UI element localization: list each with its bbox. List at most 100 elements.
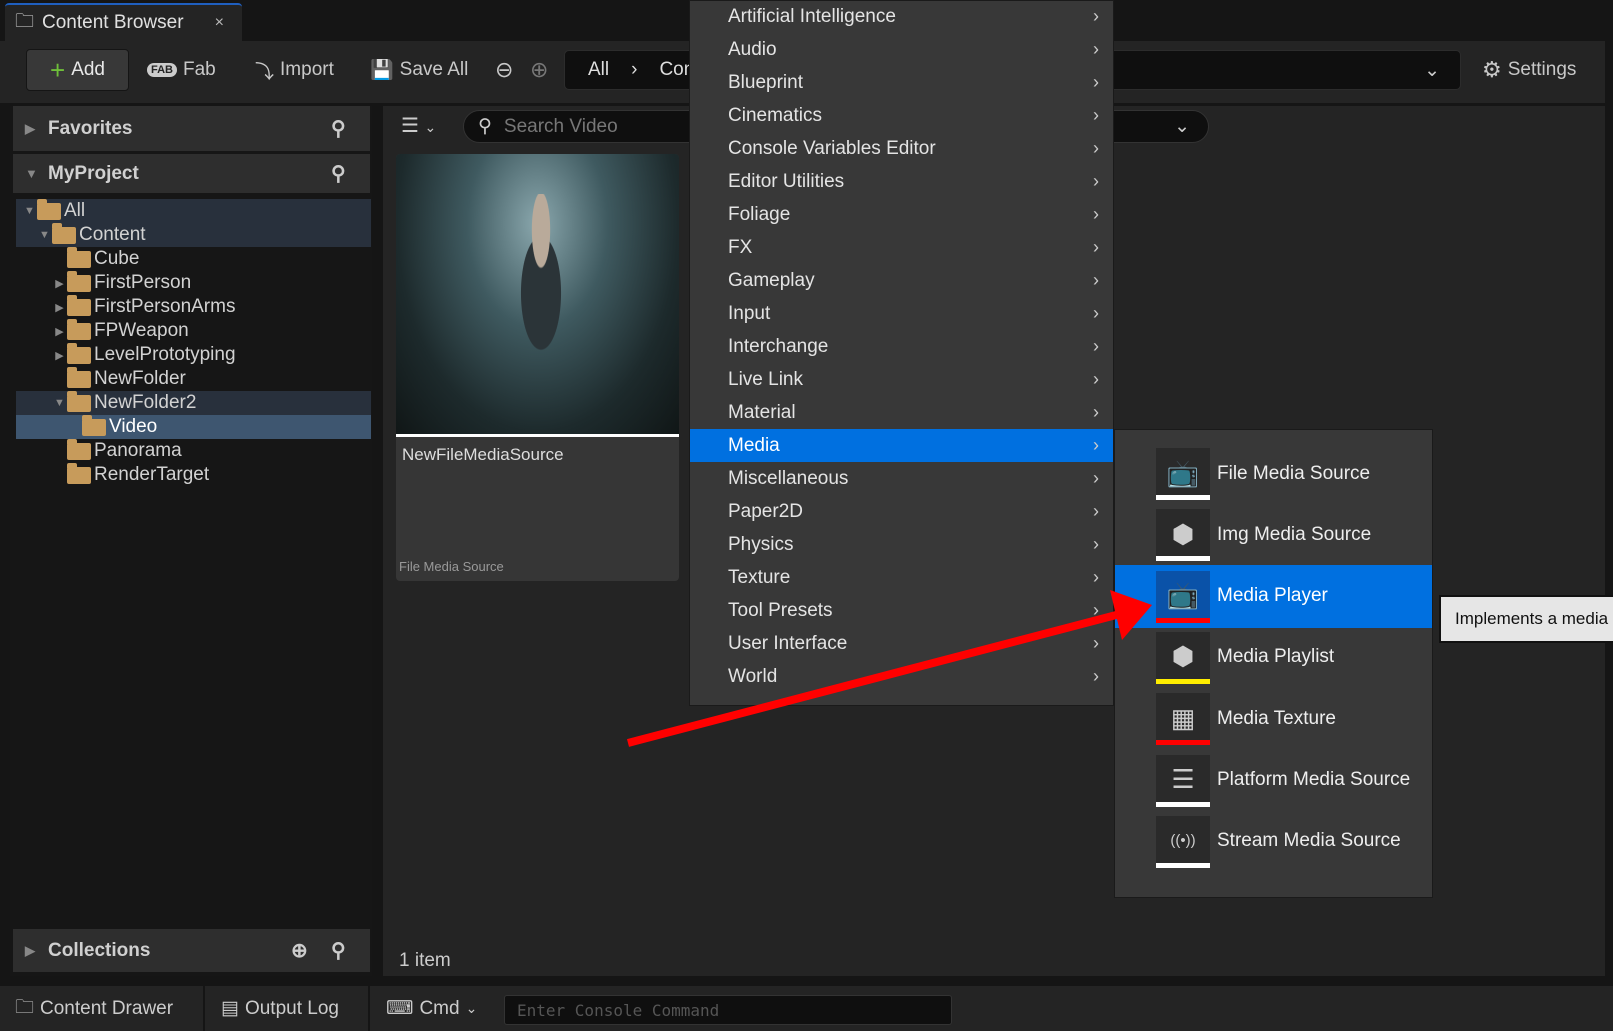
menu-item[interactable]: Console Variables Editor › — [690, 132, 1113, 165]
output-log-label: Output Log — [244, 997, 339, 1019]
breadcrumb-all[interactable]: All — [588, 59, 609, 81]
tree-item[interactable]: ▼ Content — [16, 222, 371, 247]
tree-item[interactable]: Video — [16, 414, 371, 439]
tree-item[interactable]: Cube — [16, 246, 371, 271]
submenu-item[interactable]: ⬢ Media Playlist — [1115, 626, 1432, 689]
folder-icon — [67, 270, 91, 292]
expand-arrow-icon[interactable]: ▶ — [52, 325, 67, 338]
chevron-right-icon: › — [1093, 501, 1099, 521]
menu-item[interactable]: User Interface › — [690, 627, 1113, 660]
tree-item[interactable]: ▼ All — [16, 198, 371, 223]
tree-item[interactable]: NewFolder — [16, 366, 371, 391]
expand-arrow-icon[interactable]: ▶ — [52, 301, 67, 314]
menu-item[interactable]: Cinematics › — [690, 99, 1113, 132]
cmd-dropdown[interactable]: ⌨ Cmd ⌄ — [386, 986, 477, 1031]
submenu-item[interactable]: 📺 Media Player — [1115, 564, 1432, 628]
menu-item[interactable]: Audio › — [690, 33, 1113, 66]
console-input[interactable]: Enter Console Command — [504, 995, 952, 1025]
tree-item-label: FPWeapon — [94, 320, 189, 341]
collapse-arrow-icon[interactable]: ▼ — [22, 205, 37, 217]
save-all-button[interactable]: 💾 Save All — [370, 49, 468, 91]
tree-item[interactable]: ▶ LevelPrototyping — [16, 342, 371, 367]
submenu-item[interactable]: ((•)) Stream Media Source — [1115, 810, 1432, 873]
menu-item[interactable]: Miscellaneous › — [690, 462, 1113, 495]
search-icon[interactable]: ⚲ — [331, 938, 346, 963]
menu-item[interactable]: Tool Presets › — [690, 594, 1113, 627]
project-header[interactable]: ▼ MyProject ⚲ — [13, 154, 370, 193]
settings-button[interactable]: ⚙ Settings — [1482, 49, 1576, 91]
collapse-arrow-icon[interactable]: ▼ — [37, 229, 52, 241]
chevron-right-icon: › — [1093, 39, 1099, 59]
menu-item[interactable]: Paper2D › — [690, 495, 1113, 528]
chevron-right-icon: › — [1093, 534, 1099, 554]
search-icon[interactable]: ⚲ — [331, 161, 346, 186]
submenu-item[interactable]: 📺 File Media Source — [1115, 442, 1432, 505]
menu-item[interactable]: Input › — [690, 297, 1113, 330]
menu-item[interactable]: FX › — [690, 231, 1113, 264]
submenu-item[interactable]: ▦ Media Texture — [1115, 687, 1432, 750]
menu-item[interactable]: Artificial Intelligence › — [690, 0, 1113, 33]
menu-item[interactable]: Foliage › — [690, 198, 1113, 231]
menu-item[interactable]: Blueprint › — [690, 66, 1113, 99]
submenu-item[interactable]: ☰ Platform Media Source — [1115, 749, 1432, 812]
menu-item[interactable]: Gameplay › — [690, 264, 1113, 297]
expand-arrow-icon: ▶ — [25, 120, 35, 136]
chevron-right-icon: › — [1093, 105, 1099, 125]
menu-item[interactable]: Live Link › — [690, 363, 1113, 396]
submenu-item[interactable]: ⬢ Img Media Source — [1115, 503, 1432, 566]
favorites-label: Favorites — [48, 117, 133, 139]
menu-item[interactable]: Physics › — [690, 528, 1113, 561]
search-icon: ⚲ — [478, 116, 492, 137]
search-icon[interactable]: ⚲ — [331, 116, 346, 141]
menu-item[interactable]: Editor Utilities › — [690, 165, 1113, 198]
chevron-right-icon: › — [1093, 336, 1099, 356]
menu-item[interactable]: Media › — [690, 429, 1113, 462]
expand-arrow-icon[interactable]: ▶ — [52, 277, 67, 290]
folder-icon — [67, 342, 91, 364]
filter-button[interactable]: ☰ ⌄ — [401, 113, 436, 138]
tree-item[interactable]: Panorama — [16, 438, 371, 463]
tree-item[interactable]: RenderTarget — [16, 462, 371, 487]
tree-item[interactable]: ▼ NewFolder2 — [16, 390, 371, 415]
tree-item[interactable]: ▶ FirstPersonArms — [16, 294, 371, 319]
chevron-right-icon: › — [1093, 204, 1099, 224]
favorites-header[interactable]: ▶ Favorites ⚲ — [13, 106, 370, 151]
menu-item-label: Blueprint — [728, 71, 803, 93]
search-placeholder: Search Video — [503, 115, 618, 137]
divider — [203, 986, 205, 1031]
chevron-down-icon[interactable]: ⌄ — [1424, 59, 1440, 82]
menu-item[interactable]: Interchange › — [690, 330, 1113, 363]
menu-item-label: Interchange — [728, 335, 829, 357]
expand-arrow-icon[interactable]: ▶ — [52, 349, 67, 362]
chevron-down-icon[interactable]: ⌄ — [1174, 115, 1190, 138]
fab-button[interactable]: FAB Fab — [147, 49, 216, 91]
menu-item-label: Miscellaneous — [728, 467, 849, 489]
tab-content-browser[interactable]: 🗀 Content Browser × — [5, 3, 242, 41]
collections-header[interactable]: ▶ Collections ⊕ ⚲ — [13, 929, 370, 972]
tree-item-label: Cube — [94, 248, 140, 269]
fab-label: Fab — [183, 59, 216, 80]
tree-item-label: NewFolder — [94, 368, 186, 389]
collapse-arrow-icon[interactable]: ▼ — [52, 397, 67, 409]
menu-item-label: Physics — [728, 533, 794, 555]
output-log-button[interactable]: ▤ Output Log — [221, 986, 339, 1031]
tree-item[interactable]: ▶ FPWeapon — [16, 318, 371, 343]
content-drawer-button[interactable]: 🗀 Content Drawer — [15, 986, 173, 1031]
tree-item[interactable]: ▶ FirstPerson — [16, 270, 371, 295]
menu-item[interactable]: Texture › — [690, 561, 1113, 594]
menu-item[interactable]: Material › — [690, 396, 1113, 429]
back-button[interactable]: ⊖ — [495, 49, 513, 91]
tree-item-label: Video — [109, 416, 158, 437]
tv-icon: 📺 — [1156, 570, 1210, 623]
arrow-right-circle-icon: ⊕ — [530, 57, 549, 82]
chevron-right-icon: › — [1093, 369, 1099, 389]
add-button[interactable]: + Add — [26, 49, 129, 91]
asset-tile[interactable]: NewFileMediaSource File Media Source — [396, 154, 679, 581]
import-button[interactable]: ⤵ Import — [255, 49, 334, 91]
menu-item[interactable]: World › — [690, 660, 1113, 693]
forward-button[interactable]: ⊕ — [530, 49, 548, 91]
close-tab-button[interactable]: × — [215, 14, 224, 32]
asset-color-bar — [1156, 862, 1210, 868]
add-circle-icon[interactable]: ⊕ — [291, 938, 308, 963]
terminal-icon: ⌨ — [386, 998, 414, 1019]
